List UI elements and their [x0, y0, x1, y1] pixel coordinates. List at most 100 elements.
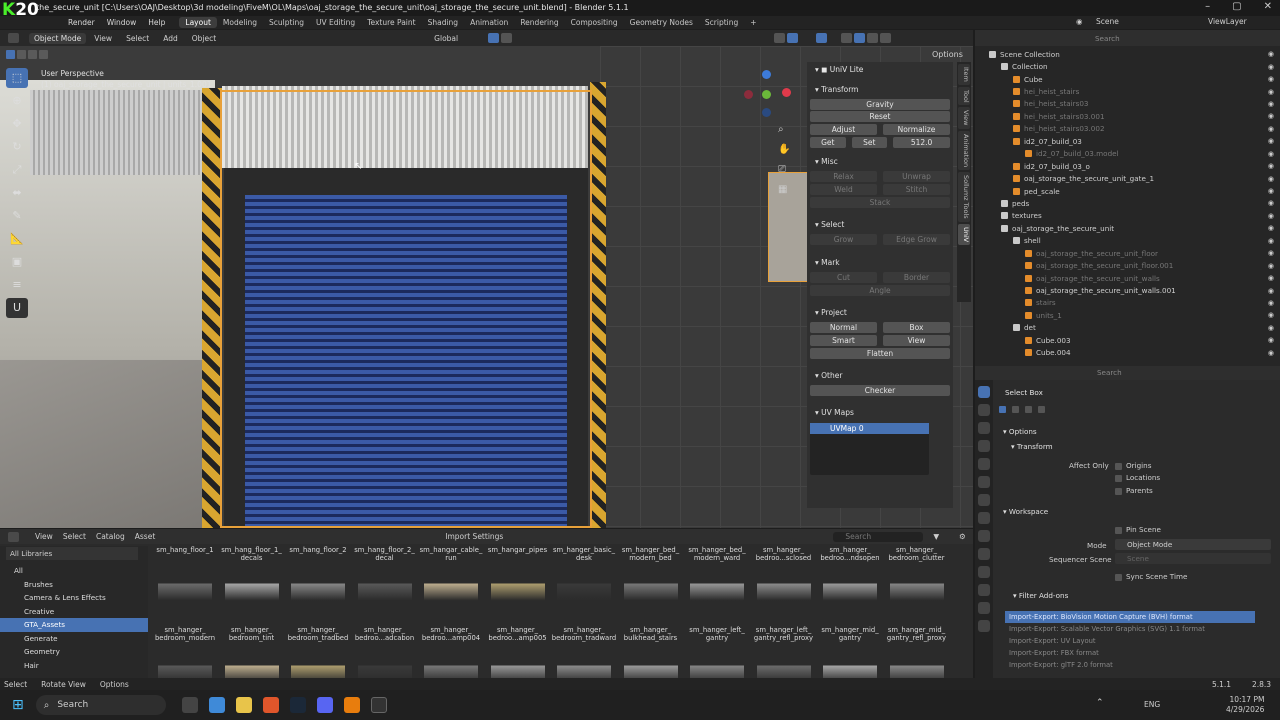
tab-animation[interactable]: Animation	[464, 17, 514, 28]
visibility-eye-icon[interactable]: ◉	[1268, 237, 1274, 245]
asset-search[interactable]: Search	[833, 531, 924, 542]
asset-thumbnail[interactable]	[424, 652, 478, 678]
sync-scene-time-checkbox[interactable]: Sync Scene Time	[1115, 572, 1187, 581]
ab-menu-asset[interactable]: Asset	[135, 532, 156, 541]
visibility-eye-icon[interactable]: ◉	[1268, 112, 1274, 120]
menu-window[interactable]: Window	[101, 18, 143, 27]
cut-button[interactable]: Cut	[810, 272, 877, 283]
outliner-item[interactable]: id2_07_build_03 ◉	[975, 135, 1280, 147]
select-box-icon[interactable]: ⬚	[6, 68, 28, 88]
visibility-eye-icon[interactable]: ◉	[1268, 63, 1274, 71]
visibility-eye-icon[interactable]: ◉	[1268, 125, 1274, 133]
windows-start-icon[interactable]: ⊞	[12, 697, 24, 713]
transform-icon[interactable]: ⬌	[6, 183, 28, 203]
settings-gear-icon[interactable]: ⚙	[959, 532, 966, 541]
adjust-button[interactable]: Adjust	[810, 124, 877, 135]
solid-shading-icon[interactable]	[854, 33, 866, 43]
outliner-item[interactable]: Cube.004 ◉	[975, 347, 1280, 359]
tab-modeling[interactable]: Modeling	[217, 17, 263, 28]
pan-icon[interactable]: ✋	[778, 144, 792, 164]
visibility-eye-icon[interactable]: ◉	[1268, 324, 1274, 332]
outliner-item[interactable]: oaj_storage_the_secure_unit_gate_1 ◉	[975, 172, 1280, 184]
xray-icon[interactable]	[816, 33, 828, 43]
scene-selector[interactable]: Scene	[1096, 17, 1119, 26]
unwrap-button[interactable]: Unwrap	[883, 171, 950, 182]
catalog-item[interactable]: Creative	[0, 605, 148, 619]
section-uv-maps[interactable]: ▾ UV Maps	[807, 404, 953, 421]
grow-button[interactable]: Grow	[810, 234, 877, 245]
workspace-section[interactable]: ▾ Workspace	[1003, 507, 1048, 516]
taskbar-search[interactable]: ⌕ Search	[35, 695, 166, 715]
tab-univ[interactable]: UniV	[958, 223, 970, 245]
close-icon[interactable]: ✕	[1264, 1, 1272, 12]
visibility-eye-icon[interactable]: ◉	[1268, 299, 1274, 307]
outliner-item[interactable]: id2_07_build_03_o ◉	[975, 160, 1280, 172]
visibility-eye-icon[interactable]: ◉	[1268, 187, 1274, 195]
asset-thumbnail[interactable]	[224, 570, 279, 608]
visibility-eye-icon[interactable]: ◉	[1268, 150, 1274, 158]
asset-name[interactable]: sm_hanger_left_ gantry	[684, 626, 750, 642]
scene-tab-icon[interactable]	[978, 458, 990, 470]
outliner-item[interactable]: Collection ◉	[975, 60, 1280, 72]
language-indicator[interactable]: ENG	[1144, 700, 1160, 709]
visibility-eye-icon[interactable]: ◉	[1268, 262, 1274, 270]
parents-checkbox[interactable]: Parents	[1115, 486, 1153, 495]
catalog-item[interactable]: Hair	[0, 659, 148, 673]
catalog-item[interactable]: Geometry	[0, 645, 148, 659]
properties-search[interactable]: Search	[975, 366, 1280, 380]
asset-name[interactable]: sm_hanger_ bedroo...ndsopen	[817, 546, 883, 562]
z-axis-icon[interactable]	[762, 70, 771, 79]
catalog-item[interactable]: GTA_Assets	[0, 618, 148, 632]
physics-tab-icon[interactable]	[978, 566, 990, 578]
tab-tool[interactable]: Tool	[958, 86, 970, 106]
tab-sollumz-tools[interactable]: Sollumz Tools	[958, 172, 970, 222]
x-axis-icon[interactable]	[782, 88, 791, 97]
asset-thumbnail[interactable]	[889, 570, 944, 608]
filter-icon[interactable]: ▼	[933, 532, 939, 541]
select-new-icon[interactable]	[6, 49, 15, 59]
outliner-item[interactable]: oaj_storage_the_secure_unit_floor ◉	[975, 247, 1280, 259]
texel-icon[interactable]: ≡	[6, 275, 28, 295]
visibility-eye-icon[interactable]: ◉	[1268, 249, 1274, 257]
task-view-icon[interactable]	[181, 697, 198, 713]
outliner-search[interactable]: Search	[1095, 34, 1120, 43]
outliner-item[interactable]: hei_heist_stairs03.001 ◉	[975, 110, 1280, 122]
tab-geometry-nodes[interactable]: Geometry Nodes	[624, 17, 699, 28]
zoom-icon[interactable]: ⌕	[778, 124, 792, 144]
asset-name[interactable]: sm_hanger_ bedroom_tradbed	[285, 626, 351, 642]
section-project[interactable]: ▾ Project	[807, 304, 953, 321]
visibility-eye-icon[interactable]: ◉	[1268, 199, 1274, 207]
edge-grow-button[interactable]: Edge Grow	[883, 234, 950, 245]
asset-name[interactable]: sm_hanger_basic_ desk	[551, 546, 617, 562]
asset-name[interactable]: sm_hanger_ bedroo...sclosed	[751, 546, 817, 562]
mode-dropdown[interactable]: Object Mode	[1115, 539, 1271, 550]
menu-select[interactable]: Select	[126, 34, 149, 43]
catalog-item[interactable]: Camera & Lens Effects	[0, 591, 148, 605]
library-selector[interactable]: All Libraries	[6, 547, 138, 560]
visibility-eye-icon[interactable]: ◉	[1268, 274, 1274, 282]
ab-menu-select[interactable]: Select	[63, 532, 86, 541]
tab-rendering[interactable]: Rendering	[514, 17, 564, 28]
rendered-shading-icon[interactable]	[880, 33, 892, 43]
uv-map-item[interactable]: UVMap 0	[810, 423, 929, 434]
outliner-item[interactable]: hei_heist_stairs03.002 ◉	[975, 123, 1280, 135]
set-button[interactable]: Set	[851, 137, 888, 148]
asset-thumbnail[interactable]	[357, 570, 412, 608]
tab-shading[interactable]: Shading	[422, 17, 464, 28]
asset-name[interactable]: sm_hanger_ bedroo...adcabon	[352, 626, 418, 642]
tray-chevron-icon[interactable]: ⌃	[1096, 698, 1104, 708]
asset-name[interactable]: sm_hanger_ bedroo...amp004	[418, 626, 484, 642]
asset-thumbnail[interactable]	[623, 652, 678, 678]
asset-name[interactable]: sm_hanger_bed_ modern_ward	[684, 546, 750, 562]
outliner-item[interactable]: hei_heist_stairs ◉	[975, 85, 1280, 97]
asset-thumbnail[interactable]	[291, 570, 345, 608]
addon-item[interactable]: Import-Export: Scalable Vector Graphics …	[1005, 623, 1255, 635]
asset-name[interactable]: sm_hang_floor_2	[285, 546, 351, 554]
outliner-item[interactable]: oaj_storage_the_secure_unit_walls ◉	[975, 272, 1280, 284]
asset-thumbnail[interactable]	[490, 652, 545, 678]
output-tab-icon[interactable]	[978, 422, 990, 434]
asset-name[interactable]: sm_hanger_ bedroo...amp005	[485, 626, 551, 642]
steam-icon[interactable]	[289, 697, 306, 713]
catalog-item[interactable]: Generate	[0, 632, 148, 646]
filter-addons-section[interactable]: ▾ Filter Add-ons	[1013, 591, 1068, 600]
